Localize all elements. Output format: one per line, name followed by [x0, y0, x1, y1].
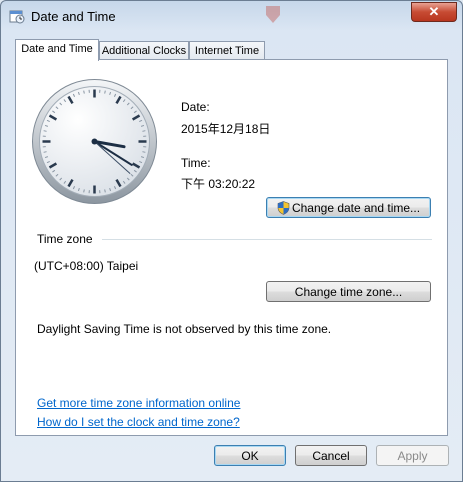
- date-time-panel: Date: 2015年12月18日 Time: 下午 03:20:22 Chan…: [15, 59, 448, 436]
- uac-shield-icon: [277, 201, 290, 215]
- minute-tick: [43, 151, 47, 153]
- timezone-separator: [102, 239, 432, 240]
- cancel-button[interactable]: Cancel: [295, 445, 367, 466]
- tab-date-and-time[interactable]: Date and Time: [15, 39, 99, 61]
- minute-tick: [83, 90, 85, 94]
- minute-tick: [83, 189, 85, 193]
- change-date-time-label: Change date and time...: [291, 201, 421, 215]
- background-window-icon: [266, 6, 280, 23]
- minute-tick: [142, 151, 146, 153]
- minute-tick: [104, 90, 106, 94]
- window-title: Date and Time: [31, 9, 116, 24]
- tab-additional-clocks[interactable]: Additional Clocks: [99, 41, 189, 60]
- date-time-dialog: Date and Time ✕ Date and Time Additional…: [0, 0, 463, 482]
- minute-tick: [43, 130, 47, 132]
- minute-tick: [142, 130, 146, 132]
- date-label: Date:: [181, 100, 210, 114]
- analog-clock: [32, 79, 157, 204]
- change-date-time-button[interactable]: Change date and time...: [266, 197, 431, 218]
- date-time-app-icon: [9, 10, 25, 24]
- timezone-value: (UTC+08:00) Taipei: [34, 259, 139, 273]
- minute-tick: [104, 189, 106, 193]
- close-button[interactable]: ✕: [411, 2, 457, 22]
- time-label: Time:: [181, 156, 211, 170]
- title-bar: Date and Time ✕: [1, 1, 462, 31]
- more-timezone-info-link[interactable]: Get more time zone information online: [37, 396, 240, 410]
- change-timezone-button[interactable]: Change time zone...: [266, 281, 431, 302]
- time-value: 下午 03:20:22: [181, 177, 256, 191]
- tab-internet-time[interactable]: Internet Time: [189, 41, 265, 60]
- date-value: 2015年12月18日: [181, 122, 271, 136]
- apply-button[interactable]: Apply: [376, 445, 449, 466]
- how-to-set-clock-link[interactable]: How do I set the clock and time zone?: [37, 415, 240, 429]
- dst-note: Daylight Saving Time is not observed by …: [37, 322, 332, 336]
- ok-button[interactable]: OK: [214, 445, 286, 466]
- timezone-header: Time zone: [37, 232, 93, 246]
